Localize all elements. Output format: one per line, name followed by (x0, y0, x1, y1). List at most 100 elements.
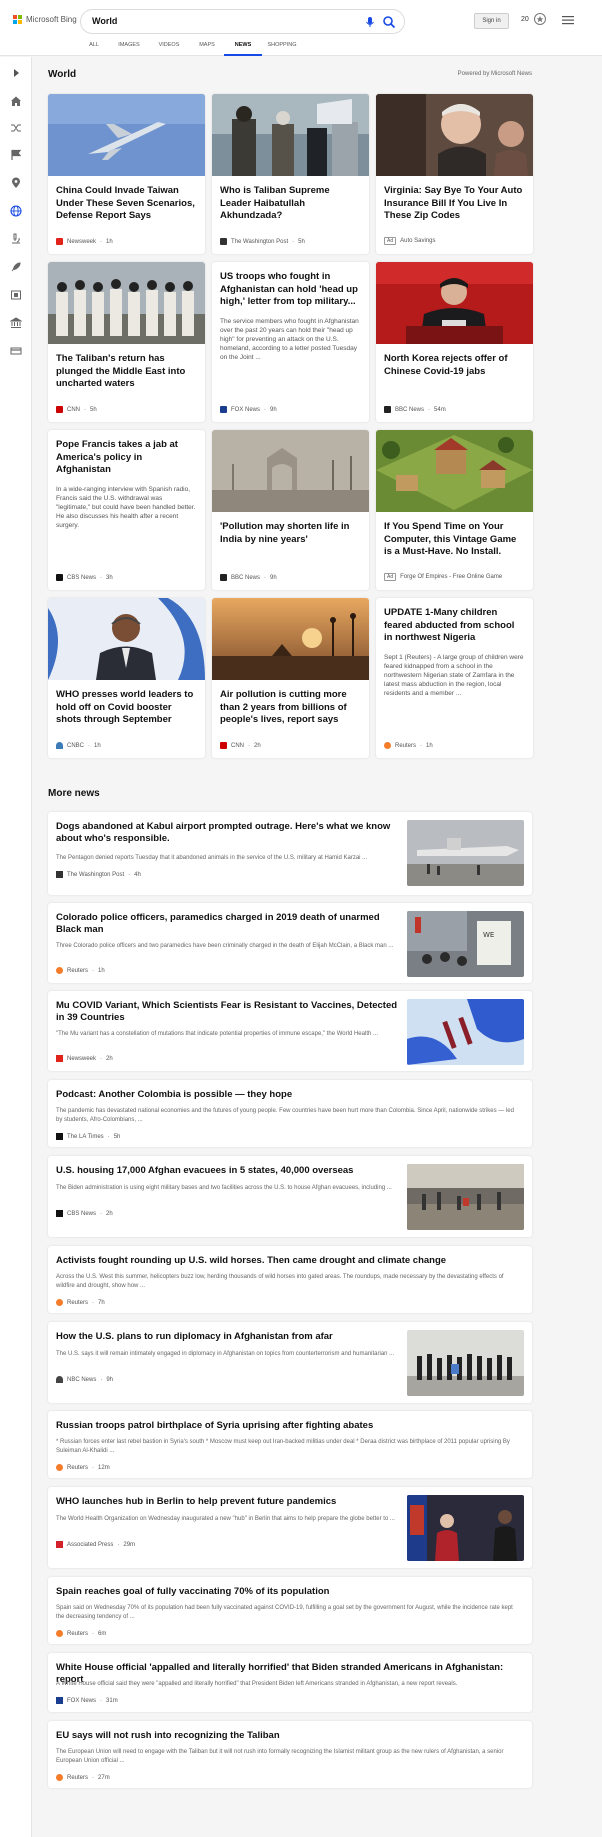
news-description: "The Mu variant has a constellation of m… (56, 1031, 378, 1037)
microphone-icon[interactable] (363, 15, 377, 29)
news-source: Reuters · 1h (56, 967, 105, 974)
card-title[interactable]: Pope Francis takes a jab at America's po… (48, 439, 205, 477)
film-icon[interactable] (10, 289, 22, 301)
news-card[interactable]: China Could Invade Taiwan Under These Se… (48, 94, 205, 254)
news-card[interactable]: The Taliban's return has plunged the Mid… (48, 262, 205, 422)
news-title[interactable]: Mu COVID Variant, Which Scientists Fear … (56, 1000, 401, 1024)
news-title[interactable]: Colorado police officers, paramedics cha… (56, 912, 401, 936)
card-title[interactable]: If You Spend Time on Your Computer, this… (376, 521, 533, 559)
time-ago: 29m (123, 1541, 136, 1548)
news-description: The World Health Organization on Wednesd… (56, 1516, 395, 1522)
tab-shopping[interactable]: SHOPPING (260, 38, 304, 52)
tab-maps[interactable]: MAPS (188, 38, 226, 52)
news-list-item[interactable]: Mu COVID Variant, Which Scientists Fear … (48, 991, 532, 1071)
tab-news[interactable]: NEWS (224, 38, 262, 56)
source-name: CNN (231, 742, 244, 749)
card-title[interactable]: Air pollution is cutting more than 2 yea… (212, 689, 369, 727)
news-list-item[interactable]: Colorado police officers, paramedics cha… (48, 903, 532, 983)
news-title[interactable]: WHO launches hub in Berlin to help preve… (56, 1496, 401, 1508)
news-list-item[interactable]: WHO launches hub in Berlin to help preve… (48, 1487, 532, 1568)
bing-logo[interactable]: Microsoft Bing (13, 15, 77, 24)
search-box[interactable]: World (80, 9, 405, 34)
news-card[interactable]: 'Pollution may shorten life in India by … (212, 430, 369, 590)
sign-in-button[interactable]: Sign in (474, 13, 509, 29)
news-title[interactable]: EU says will not rush into recognizing t… (56, 1730, 516, 1742)
separator: · (264, 406, 267, 413)
news-title[interactable]: Russian troops patrol birthplace of Syri… (56, 1420, 516, 1432)
microscope-icon[interactable] (10, 233, 22, 245)
flag-icon[interactable] (10, 149, 22, 161)
news-source: Reuters · 27m (56, 1774, 110, 1781)
section-title[interactable]: World (48, 69, 76, 80)
news-list-item[interactable]: Dogs abandoned at Kabul airport prompted… (48, 812, 532, 895)
card-title[interactable]: China Could Invade Taiwan Under These Se… (48, 185, 205, 223)
card-title[interactable]: UPDATE 1-Many children feared abducted f… (376, 607, 533, 645)
fox-news-logo-icon (220, 406, 227, 413)
bbc-logo-icon (384, 406, 391, 413)
news-list-item[interactable]: Activists fought rounding up U.S. wild h… (48, 1246, 532, 1313)
top-header: Microsoft Bing World Sign in 20 ALL IMAG… (0, 0, 602, 56)
news-card[interactable]: WHO presses world leaders to hold off on… (48, 598, 205, 758)
card-title[interactable]: North Korea rejects offer of Chinese Cov… (376, 353, 533, 378)
card-title[interactable]: WHO presses world leaders to hold off on… (48, 689, 205, 727)
separator: · (100, 238, 103, 245)
card-title[interactable]: The Taliban's return has plunged the Mid… (48, 353, 205, 391)
reuters-logo-icon (56, 967, 63, 974)
news-card[interactable]: Who is Taliban Supreme Leader Haibatulla… (212, 94, 369, 254)
news-list-item[interactable]: Russian troops patrol birthplace of Syri… (48, 1411, 532, 1478)
expand-arrow-icon[interactable] (10, 67, 22, 79)
news-list-item[interactable]: EU says will not rush into recognizing t… (48, 1721, 532, 1788)
ad-card[interactable]: Virginia: Say Bye To Your Auto Insurance… (376, 94, 533, 254)
newsweek-logo-icon (56, 1055, 63, 1062)
shuffle-icon[interactable] (10, 122, 22, 134)
news-title[interactable]: U.S. housing 17,000 Afghan evacuees in 5… (56, 1165, 401, 1177)
money-icon[interactable] (10, 345, 22, 357)
la-times-logo-icon (56, 1133, 63, 1140)
source-name: Forge Of Empires - Free Online Game (400, 574, 503, 580)
news-title[interactable]: Podcast: Another Colombia is possible — … (56, 1089, 516, 1101)
time-ago: 2h (254, 742, 261, 749)
globe-icon[interactable] (10, 205, 22, 217)
news-list-item[interactable]: How the U.S. plans to run diplomacy in A… (48, 1322, 532, 1403)
card-title[interactable]: US troops who fought in Afghanistan can … (212, 271, 369, 309)
home-icon[interactable] (10, 95, 22, 107)
rewards-count[interactable]: 20 (521, 16, 529, 23)
reuters-logo-icon (56, 1464, 63, 1471)
card-image (212, 430, 369, 512)
card-title[interactable]: 'Pollution may shorten life in India by … (212, 521, 369, 546)
separator: · (420, 742, 423, 749)
bank-icon[interactable] (10, 317, 22, 329)
time-ago: 5h (90, 406, 97, 413)
rewards-medal-icon[interactable] (533, 12, 547, 26)
card-title[interactable]: Virginia: Say Bye To Your Auto Insurance… (376, 185, 533, 223)
tab-videos[interactable]: VIDEOS (150, 38, 188, 52)
tab-images[interactable]: IMAGES (108, 38, 150, 52)
news-card[interactable]: US troops who fought in Afghanistan can … (212, 262, 369, 422)
news-card[interactable]: Air pollution is cutting more than 2 yea… (212, 598, 369, 758)
card-image (376, 430, 533, 512)
menu-icon[interactable] (562, 14, 574, 26)
news-list-item[interactable]: U.S. housing 17,000 Afghan evacuees in 5… (48, 1156, 532, 1237)
news-title[interactable]: Spain reaches goal of fully vaccinating … (56, 1586, 516, 1598)
time-ago: 12m (98, 1464, 110, 1471)
rocket-icon[interactable] (10, 261, 22, 273)
ad-badge: Ad (384, 237, 397, 245)
search-input[interactable]: World (92, 16, 117, 26)
tab-all[interactable]: ALL (80, 38, 108, 52)
news-card[interactable]: North Korea rejects offer of Chinese Cov… (376, 262, 533, 422)
news-list-item[interactable]: Spain reaches goal of fully vaccinating … (48, 1577, 532, 1644)
location-pin-icon[interactable] (10, 177, 22, 189)
news-card[interactable]: Pope Francis takes a jab at America's po… (48, 430, 205, 590)
news-card[interactable]: UPDATE 1-Many children feared abducted f… (376, 598, 533, 758)
news-title[interactable]: Dogs abandoned at Kabul airport prompted… (56, 821, 401, 845)
source-name: NBC News (67, 1376, 97, 1383)
search-icon[interactable] (382, 15, 396, 29)
ad-card[interactable]: If You Spend Time on Your Computer, this… (376, 430, 533, 590)
card-title[interactable]: Who is Taliban Supreme Leader Haibatulla… (212, 185, 369, 223)
card-image (48, 94, 205, 176)
news-list-item[interactable]: White House official 'appalled and liter… (48, 1653, 532, 1712)
news-list-item[interactable]: Podcast: Another Colombia is possible — … (48, 1080, 532, 1147)
news-title[interactable]: Activists fought rounding up U.S. wild h… (56, 1255, 516, 1267)
cnbc-peacock-icon (56, 742, 63, 749)
news-title[interactable]: How the U.S. plans to run diplomacy in A… (56, 1331, 401, 1343)
